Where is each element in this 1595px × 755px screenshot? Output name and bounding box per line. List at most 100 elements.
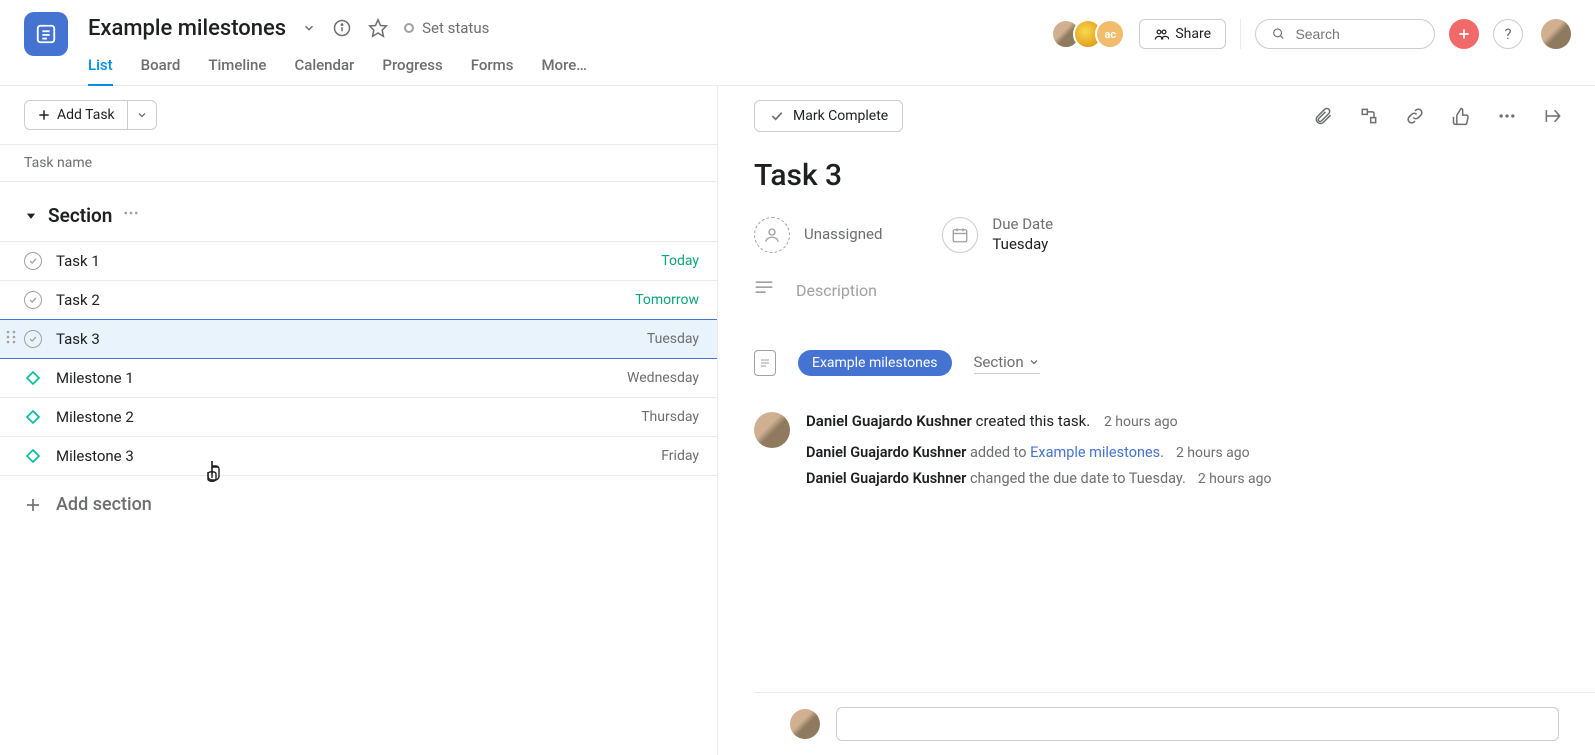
task-name: Milestone 1 bbox=[56, 369, 134, 387]
project-pill[interactable]: Example milestones bbox=[798, 350, 952, 376]
task-date: Tomorrow bbox=[635, 292, 699, 308]
user-avatar[interactable] bbox=[1541, 19, 1571, 49]
project-title[interactable]: Example milestones bbox=[88, 16, 286, 41]
task-list-panel: Add Task Task name Section Task 1 Today bbox=[0, 86, 718, 755]
section-header: Section bbox=[0, 182, 717, 241]
subtask-icon bbox=[1359, 106, 1379, 126]
tabs: List Board Timeline Calendar Progress Fo… bbox=[88, 56, 1051, 86]
task-row[interactable]: Task 2 Tomorrow bbox=[0, 281, 717, 320]
comment-avatar[interactable] bbox=[790, 709, 820, 739]
add-task-dropdown[interactable] bbox=[127, 100, 157, 130]
assignee-label: Unassigned bbox=[804, 225, 882, 245]
due-date-field[interactable]: Due Date Tuesday bbox=[942, 215, 1053, 254]
activity-avatar[interactable] bbox=[754, 412, 790, 448]
more-horizontal-icon bbox=[1497, 106, 1517, 126]
add-task-label: Add Task bbox=[57, 107, 115, 123]
chevron-down-icon bbox=[136, 109, 148, 121]
section-more-button[interactable] bbox=[122, 204, 140, 227]
column-header: Task name bbox=[0, 145, 717, 182]
copy-link-button[interactable] bbox=[1405, 106, 1425, 126]
collapse-right-icon bbox=[1543, 106, 1563, 126]
app-header: Example milestones Set status List Board… bbox=[0, 0, 1595, 86]
drag-handle-icon[interactable] bbox=[6, 330, 16, 348]
paperclip-icon bbox=[1313, 106, 1333, 126]
task-name: Milestone 3 bbox=[56, 447, 134, 465]
tab-forms[interactable]: Forms bbox=[471, 56, 514, 86]
avatar[interactable]: ac bbox=[1095, 19, 1125, 49]
subtask-button[interactable] bbox=[1359, 106, 1379, 126]
chevron-down-icon[interactable] bbox=[302, 21, 316, 35]
caret-down-icon bbox=[24, 209, 38, 223]
tab-more[interactable]: More… bbox=[541, 56, 586, 86]
detail-toolbar: Mark Complete bbox=[718, 86, 1595, 146]
add-task-group: Add Task bbox=[24, 100, 157, 130]
project-icon[interactable] bbox=[24, 12, 68, 56]
milestone-icon[interactable] bbox=[25, 448, 41, 464]
activity-user[interactable]: Daniel Guajardo Kushner bbox=[806, 444, 966, 461]
tab-calendar[interactable]: Calendar bbox=[294, 56, 354, 86]
attachment-button[interactable] bbox=[1313, 106, 1333, 126]
milestone-icon[interactable] bbox=[25, 370, 41, 386]
info-icon[interactable] bbox=[332, 18, 352, 38]
help-button[interactable]: ? bbox=[1493, 19, 1523, 49]
link-icon bbox=[1405, 106, 1425, 126]
chevron-down-icon bbox=[1028, 356, 1040, 368]
list-toolbar: Add Task bbox=[0, 86, 717, 145]
search-box[interactable] bbox=[1255, 19, 1435, 49]
assignee-field[interactable]: Unassigned bbox=[754, 215, 882, 254]
milestone-icon[interactable] bbox=[25, 409, 41, 425]
task-detail-panel: Mark Complete Task 3 Unassigned bbox=[718, 86, 1595, 755]
section-collapse-toggle[interactable] bbox=[24, 209, 38, 223]
add-section-button[interactable]: Add section bbox=[0, 476, 717, 533]
more-horizontal-icon bbox=[122, 204, 140, 222]
search-input[interactable] bbox=[1295, 26, 1418, 42]
task-row[interactable]: Milestone 2 Thursday bbox=[0, 398, 717, 437]
section-selector[interactable]: Section bbox=[974, 353, 1040, 374]
star-icon[interactable] bbox=[368, 18, 388, 38]
plus-icon bbox=[24, 496, 42, 514]
main-split: Add Task Task name Section Task 1 Today bbox=[0, 86, 1595, 755]
description-field[interactable]: Description bbox=[754, 280, 1559, 300]
header-right: ac Share ? bbox=[1051, 12, 1571, 56]
activity-user[interactable]: Daniel Guajardo Kushner bbox=[806, 412, 972, 430]
mark-complete-button[interactable]: Mark Complete bbox=[754, 100, 903, 132]
tab-board[interactable]: Board bbox=[141, 56, 181, 86]
task-row[interactable]: Task 3 Tuesday bbox=[0, 319, 717, 359]
more-actions-button[interactable] bbox=[1497, 106, 1517, 126]
activity-time: 2 hours ago bbox=[1198, 471, 1272, 487]
tab-timeline[interactable]: Timeline bbox=[208, 56, 266, 86]
search-icon bbox=[1272, 26, 1285, 42]
set-status-label: Set status bbox=[422, 19, 489, 37]
activity-line: Daniel Guajardo Kushner added to Example… bbox=[806, 442, 1559, 464]
header-main: Example milestones Set status List Board… bbox=[88, 12, 1051, 86]
activity-project-link[interactable]: Example milestones bbox=[1030, 444, 1160, 461]
complete-toggle[interactable] bbox=[24, 330, 42, 348]
comment-composer bbox=[754, 692, 1595, 755]
member-avatars[interactable]: ac bbox=[1051, 19, 1125, 49]
people-icon bbox=[1154, 27, 1169, 42]
global-add-button[interactable] bbox=[1449, 19, 1479, 49]
status-dot-icon bbox=[404, 23, 414, 33]
task-row[interactable]: Milestone 3 Friday bbox=[0, 437, 717, 476]
activity-action: created this task. bbox=[972, 412, 1090, 430]
comment-input[interactable] bbox=[836, 707, 1559, 741]
task-row[interactable]: Milestone 1 Wednesday bbox=[0, 359, 717, 398]
task-row[interactable]: Task 1 Today bbox=[0, 241, 717, 281]
tab-list[interactable]: List bbox=[88, 56, 113, 86]
close-detail-button[interactable] bbox=[1543, 106, 1563, 126]
set-status-button[interactable]: Set status bbox=[404, 19, 489, 37]
detail-title[interactable]: Task 3 bbox=[754, 158, 1559, 193]
complete-toggle[interactable] bbox=[24, 252, 42, 270]
clipboard-icon bbox=[754, 350, 776, 376]
complete-toggle[interactable] bbox=[24, 291, 42, 309]
activity-user[interactable]: Daniel Guajardo Kushner bbox=[806, 470, 966, 487]
due-date-value: Tuesday bbox=[992, 235, 1053, 255]
person-icon bbox=[754, 217, 790, 253]
section-title[interactable]: Section bbox=[48, 204, 112, 227]
description-icon bbox=[754, 280, 774, 300]
share-button[interactable]: Share bbox=[1139, 19, 1226, 49]
tab-progress[interactable]: Progress bbox=[382, 56, 442, 86]
plus-icon bbox=[1457, 27, 1471, 41]
add-task-button[interactable]: Add Task bbox=[24, 100, 127, 130]
like-button[interactable] bbox=[1451, 106, 1471, 126]
